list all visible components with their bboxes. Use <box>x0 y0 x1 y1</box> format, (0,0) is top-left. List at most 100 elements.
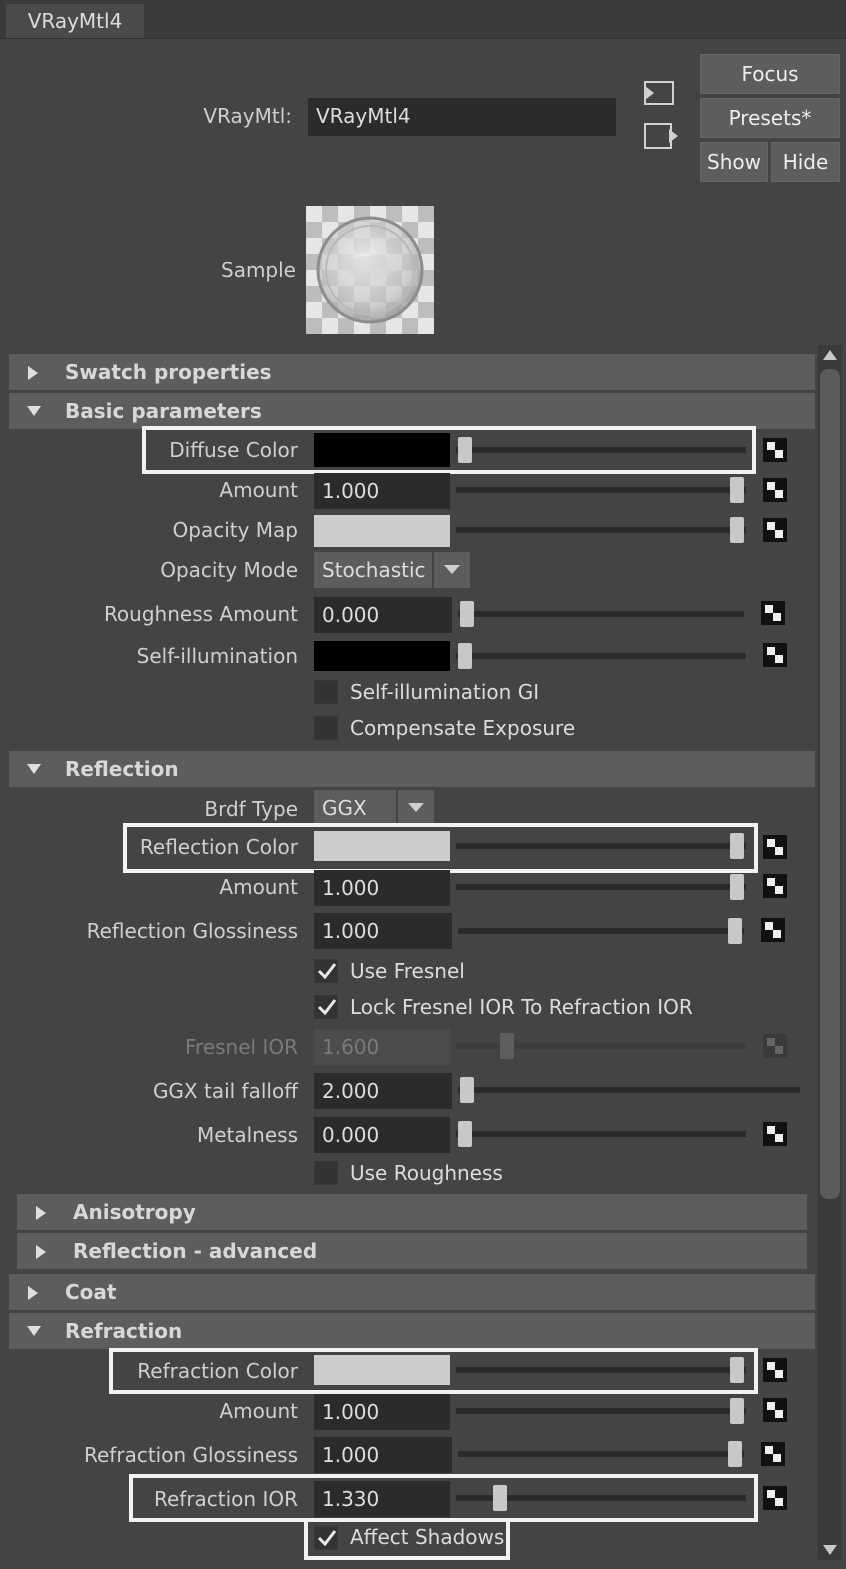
focus-button[interactable]: Focus <box>700 54 840 94</box>
presets-button[interactable]: Presets* <box>700 98 840 138</box>
copy-tab-icon[interactable] <box>641 78 677 108</box>
checker-map-icon[interactable] <box>763 1486 787 1510</box>
triangle-down-icon <box>27 1326 41 1336</box>
checker-map-icon[interactable] <box>763 643 787 667</box>
reflection-amount-slider-track[interactable] <box>456 884 746 890</box>
amount-slider-track[interactable] <box>456 487 746 493</box>
tab-vraymtl4[interactable]: VRayMtl4 <box>6 4 144 38</box>
checker-map-icon[interactable] <box>763 1358 787 1382</box>
brdf-type-dropdown[interactable]: GGX <box>314 790 434 826</box>
reflection-glossiness-slider-handle[interactable] <box>728 918 742 944</box>
ggx-tail-falloff-field[interactable]: 2.000 <box>314 1073 452 1109</box>
refraction-amount-slider-track[interactable] <box>456 1408 746 1414</box>
use-roughness-checkbox[interactable] <box>314 1161 338 1185</box>
opacity-map-slider-track[interactable] <box>456 527 746 533</box>
paste-tab-icon[interactable] <box>641 120 681 152</box>
scrollbar[interactable] <box>818 345 842 1560</box>
triangle-down-icon <box>27 406 41 416</box>
chevron-down-icon <box>444 565 460 574</box>
chevron-down-icon <box>408 803 424 812</box>
self-illumination-gi-label: Self-illumination GI <box>350 680 540 704</box>
metalness-slider-track[interactable] <box>456 1131 746 1137</box>
material-sample-preview <box>306 206 434 334</box>
brdf-type-label: Brdf Type <box>204 797 298 821</box>
section-refraction[interactable]: Refraction <box>9 1313 815 1349</box>
checker-map-icon[interactable] <box>763 478 787 502</box>
highlight-refraction-color <box>109 1348 758 1394</box>
section-swatch-properties[interactable]: Swatch properties <box>9 354 815 390</box>
self-illumination-gi-checkbox[interactable] <box>314 680 338 704</box>
self-illumination-slider-track[interactable] <box>456 653 746 659</box>
section-reflection-advanced[interactable]: Reflection - advanced <box>17 1233 807 1269</box>
checkmark-icon <box>317 963 337 980</box>
use-roughness-label: Use Roughness <box>350 1161 503 1185</box>
use-fresnel-checkbox[interactable] <box>314 959 338 983</box>
show-button[interactable]: Show <box>700 142 768 182</box>
triangle-right-icon <box>36 1245 46 1259</box>
use-fresnel-label: Use Fresnel <box>350 959 465 983</box>
amount-field[interactable]: 1.000 <box>314 473 450 509</box>
amount-slider-handle[interactable] <box>730 477 744 503</box>
roughness-amount-label: Roughness Amount <box>103 602 298 626</box>
refraction-glossiness-label: Refraction Glossiness <box>84 1443 298 1467</box>
compensate-exposure-checkbox[interactable] <box>314 716 338 740</box>
highlight-diffuse-color <box>142 426 756 474</box>
checker-map-icon[interactable] <box>763 1122 787 1146</box>
checker-map-icon <box>763 1034 787 1058</box>
section-basic-parameters[interactable]: Basic parameters <box>9 393 815 429</box>
highlight-reflection-color <box>123 823 758 873</box>
reflection-glossiness-slider-track[interactable] <box>458 928 744 934</box>
section-reflection[interactable]: Reflection <box>9 751 815 787</box>
lock-fresnel-ior-checkbox[interactable] <box>314 995 338 1019</box>
reflection-glossiness-field[interactable]: 1.000 <box>314 913 452 949</box>
triangle-right-icon <box>28 366 38 380</box>
ggx-tail-falloff-slider-handle[interactable] <box>460 1077 474 1103</box>
triangle-right-icon <box>36 1206 46 1220</box>
checker-map-icon[interactable] <box>763 518 787 542</box>
opacity-map-label: Opacity Map <box>172 518 299 542</box>
reflection-glossiness-label: Reflection Glossiness <box>86 919 298 943</box>
refraction-amount-slider-handle[interactable] <box>730 1398 744 1424</box>
refraction-glossiness-slider-handle[interactable] <box>728 1441 742 1467</box>
opacity-mode-label: Opacity Mode <box>160 558 298 582</box>
roughness-amount-slider-handle[interactable] <box>460 601 474 627</box>
opacity-mode-dropdown[interactable]: Stochastic <box>314 552 470 588</box>
fresnel-ior-label: Fresnel IOR <box>185 1035 298 1059</box>
reflection-amount-field[interactable]: 1.000 <box>314 870 450 906</box>
section-coat[interactable]: Coat <box>9 1274 815 1310</box>
highlight-refraction-ior <box>129 1474 758 1522</box>
checkmark-icon <box>317 999 337 1016</box>
material-name-label: VRayMtl: <box>203 104 292 128</box>
refraction-amount-label: Amount <box>219 1399 298 1423</box>
fresnel-ior-field: 1.600 <box>314 1029 450 1065</box>
scrollbar-thumb[interactable] <box>820 369 840 1199</box>
refraction-glossiness-slider-track[interactable] <box>458 1451 744 1457</box>
checker-map-icon[interactable] <box>761 1442 785 1466</box>
lock-fresnel-ior-label: Lock Fresnel IOR To Refraction IOR <box>350 995 693 1019</box>
ggx-tail-falloff-slider-track[interactable] <box>458 1087 800 1093</box>
section-anisotropy[interactable]: Anisotropy <box>17 1194 807 1230</box>
metalness-field[interactable]: 0.000 <box>314 1117 450 1153</box>
opacity-map-slider-handle[interactable] <box>730 517 744 543</box>
self-illumination-label: Self-illumination <box>136 644 298 668</box>
roughness-amount-field[interactable]: 0.000 <box>314 597 452 633</box>
material-name-field[interactable]: VRayMtl4 <box>308 98 616 136</box>
checker-map-icon[interactable] <box>763 438 787 462</box>
opacity-map-swatch[interactable] <box>314 515 450 547</box>
checker-map-icon[interactable] <box>763 1398 787 1422</box>
hide-button[interactable]: Hide <box>771 142 840 182</box>
self-illumination-swatch[interactable] <box>314 641 450 671</box>
checker-map-icon[interactable] <box>763 874 787 898</box>
tab-bar: VRayMtl4 <box>0 0 846 39</box>
checker-map-icon[interactable] <box>763 835 787 859</box>
metalness-slider-handle[interactable] <box>458 1121 472 1147</box>
checker-map-icon[interactable] <box>761 918 785 942</box>
triangle-right-icon <box>28 1286 38 1300</box>
roughness-amount-slider-track[interactable] <box>458 611 744 617</box>
refraction-glossiness-field[interactable]: 1.000 <box>314 1437 452 1473</box>
self-illumination-slider-handle[interactable] <box>458 643 472 669</box>
amount-label: Amount <box>219 478 298 502</box>
reflection-amount-slider-handle[interactable] <box>730 874 744 900</box>
checker-map-icon[interactable] <box>761 601 785 625</box>
refraction-amount-field[interactable]: 1.000 <box>314 1394 450 1430</box>
